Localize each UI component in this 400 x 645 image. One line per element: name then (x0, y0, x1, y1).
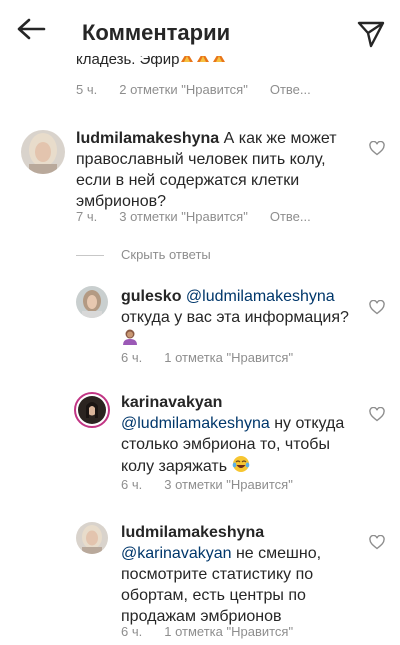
back-button[interactable] (14, 17, 48, 41)
top-bar: Комментарии (0, 0, 400, 56)
heart-icon (369, 140, 385, 156)
hide-replies-button[interactable]: Скрыть ответы (121, 247, 211, 262)
mention-link[interactable]: @ludmilamakeshyna (121, 415, 270, 432)
divider (76, 255, 104, 256)
mention-link[interactable]: @karinavakyan (121, 545, 232, 562)
reply-text: karinavakyan @ludmilamakeshyna ну откуда… (121, 392, 361, 479)
like-button[interactable] (369, 140, 385, 156)
comment-time: 6 ч. (121, 477, 143, 492)
page-title: Комментарии (82, 20, 231, 45)
reply-text: gulesko @ludmilamakeshyna откуда у вас э… (121, 286, 361, 352)
reply-button[interactable]: Отве... (270, 82, 311, 97)
like-button[interactable] (369, 299, 385, 315)
woman-shrugging-emoji-icon (121, 328, 139, 352)
share-button[interactable] (356, 20, 386, 48)
heart-icon (369, 299, 385, 315)
fire-emoji-icon (179, 56, 227, 70)
comment-text: ludmilamakeshyna А как же может правосла… (76, 130, 337, 210)
reply-button[interactable]: Отве... (270, 209, 311, 224)
avatar[interactable] (76, 286, 108, 318)
previous-comment-text: кладезь. Эфир (76, 56, 376, 70)
heart-icon (369, 534, 385, 550)
likes-count[interactable]: 3 отметки "Нравится" (119, 209, 248, 224)
reply-text: ludmilamakeshyna @karinavakyan не смешно… (121, 524, 322, 625)
reply-username[interactable]: gulesko (121, 288, 181, 305)
comment-time: 5 ч. (76, 82, 98, 97)
mention-link[interactable]: @ludmilamakeshyna (186, 288, 335, 305)
likes-count[interactable]: 3 отметки "Нравится" (164, 477, 293, 492)
reply-meta: 6 ч. 1 отметка "Нравится" (121, 350, 315, 365)
reply-meta: 6 ч. 3 отметки "Нравится" (121, 477, 315, 492)
arrow-left-icon (17, 18, 46, 40)
comment-username[interactable]: ludmilamakeshyna (76, 130, 219, 147)
laughing-tears-emoji-icon (232, 455, 250, 479)
reply-meta: 6 ч. 1 отметка "Нравится" (121, 624, 315, 639)
heart-icon (369, 406, 385, 422)
previous-comment-meta: 5 ч. 2 отметки "Нравится" Отве... (76, 82, 311, 97)
comment-time: 7 ч. (76, 209, 98, 224)
reply-username[interactable]: ludmilamakeshyna (121, 524, 264, 541)
avatar[interactable] (21, 130, 65, 174)
avatar[interactable] (74, 392, 110, 428)
avatar[interactable] (76, 522, 108, 554)
like-button[interactable] (369, 406, 385, 422)
comment-time: 6 ч. (121, 350, 143, 365)
comment-meta: 7 ч. 3 отметки "Нравится" Отве... (76, 209, 311, 224)
likes-count[interactable]: 1 отметка "Нравится" (164, 350, 293, 365)
paper-plane-icon (357, 21, 385, 48)
like-button[interactable] (369, 534, 385, 550)
likes-count[interactable]: 2 отметки "Нравится" (119, 82, 248, 97)
likes-count[interactable]: 1 отметка "Нравится" (164, 624, 293, 639)
reply-username[interactable]: karinavakyan (121, 394, 222, 411)
comment-time: 6 ч. (121, 624, 143, 639)
